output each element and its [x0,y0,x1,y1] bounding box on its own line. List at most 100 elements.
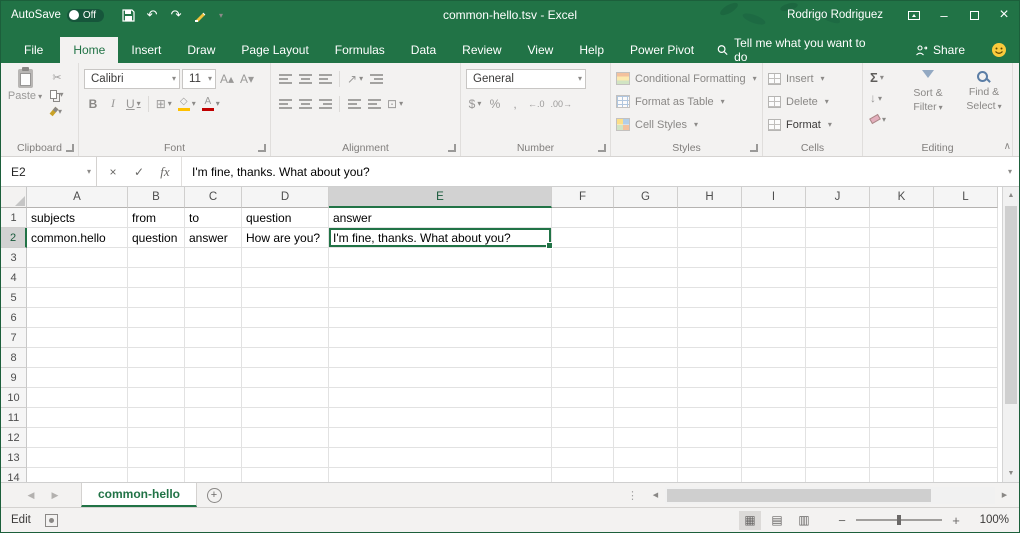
undo-button[interactable]: ↶ [140,1,164,29]
cell-J14[interactable] [806,468,870,482]
row-header-2[interactable]: 2 [1,228,27,248]
cell-I5[interactable] [742,288,806,308]
decrease-font-size-button[interactable]: A▾ [238,69,256,89]
cell-E4[interactable] [329,268,552,288]
cell-G5[interactable] [614,288,678,308]
cell-K3[interactable] [870,248,934,268]
cell-J5[interactable] [806,288,870,308]
decrease-indent-button[interactable] [345,94,363,114]
cell-C13[interactable] [185,448,242,468]
cell-C10[interactable] [185,388,242,408]
horizontal-scroll-track[interactable] [665,487,995,504]
cell-F9[interactable] [552,368,614,388]
italic-button[interactable]: I [104,94,122,114]
cell-A14[interactable] [27,468,128,482]
cell-I14[interactable] [742,468,806,482]
cell-B10[interactable] [128,388,185,408]
row-header-1[interactable]: 1 [1,208,27,228]
cell-K5[interactable] [870,288,934,308]
tell-me-box[interactable]: Tell me what you want to do [707,37,881,63]
zoom-in-button[interactable]: + [948,513,964,528]
cell-C14[interactable] [185,468,242,482]
cell-F6[interactable] [552,308,614,328]
increase-decimal-button[interactable]: ←.0 [526,94,547,114]
vertical-scroll-thumb[interactable] [1005,206,1017,404]
cell-J3[interactable] [806,248,870,268]
collapse-ribbon-button[interactable]: ∧ [1004,141,1011,152]
cell-A11[interactable] [27,408,128,428]
cell-H1[interactable] [678,208,742,228]
cell-J8[interactable] [806,348,870,368]
row-header-4[interactable]: 4 [1,268,27,288]
cell-G8[interactable] [614,348,678,368]
cell-H10[interactable] [678,388,742,408]
tab-draw[interactable]: Draw [174,37,228,63]
cell-K1[interactable] [870,208,934,228]
row-header-12[interactable]: 12 [1,428,27,448]
cell-C5[interactable] [185,288,242,308]
cell-D4[interactable] [242,268,329,288]
cell-E13[interactable] [329,448,552,468]
cell-D5[interactable] [242,288,329,308]
cell-B5[interactable] [128,288,185,308]
cell-J9[interactable] [806,368,870,388]
font-name-select[interactable]: Calibri [84,69,180,89]
cancel-button[interactable]: × [101,165,125,179]
row-header-9[interactable]: 9 [1,368,27,388]
styles-dialog-launcher-icon[interactable] [750,144,758,152]
maximize-button[interactable] [959,1,989,29]
zoom-slider-thumb[interactable] [897,515,901,525]
tab-formulas[interactable]: Formulas [322,37,398,63]
cell-L5[interactable] [934,288,998,308]
cell-G6[interactable] [614,308,678,328]
insert-cells-button[interactable]: Insert [768,67,857,90]
cell-L2[interactable] [934,228,998,248]
cell-B13[interactable] [128,448,185,468]
cell-G10[interactable] [614,388,678,408]
cell-B6[interactable] [128,308,185,328]
row-header-14[interactable]: 14 [1,468,27,482]
cell-D13[interactable] [242,448,329,468]
cell-K7[interactable] [870,328,934,348]
cell-styles-button[interactable]: Cell Styles [616,113,757,136]
autosave-toggle[interactable]: AutoSave Off [11,9,104,22]
number-format-select[interactable]: General [466,69,586,89]
cell-H4[interactable] [678,268,742,288]
select-all-corner[interactable] [1,187,27,208]
cell-A4[interactable] [27,268,128,288]
cell-A1[interactable]: subjects [27,208,128,228]
cell-D12[interactable] [242,428,329,448]
wrap-text-button[interactable] [367,69,385,89]
cell-A12[interactable] [27,428,128,448]
cell-E10[interactable] [329,388,552,408]
column-header-L[interactable]: L [934,187,998,208]
cell-E5[interactable] [329,288,552,308]
row-header-5[interactable]: 5 [1,288,27,308]
cell-K4[interactable] [870,268,934,288]
cell-G1[interactable] [614,208,678,228]
font-size-select[interactable]: 11 [182,69,216,89]
row-header-8[interactable]: 8 [1,348,27,368]
cell-H9[interactable] [678,368,742,388]
cell-G4[interactable] [614,268,678,288]
cell-K13[interactable] [870,448,934,468]
autosum-button[interactable]: Σ [868,67,898,87]
zoom-slider[interactable] [856,519,942,521]
scroll-right-icon[interactable]: ▶ [996,487,1013,504]
cell-E2[interactable]: I'm fine, thanks. What about you? [329,228,552,248]
bold-button[interactable]: B [84,94,102,114]
cell-D10[interactable] [242,388,329,408]
cell-C7[interactable] [185,328,242,348]
insert-function-button[interactable]: fx [153,164,177,180]
cell-I10[interactable] [742,388,806,408]
cell-B12[interactable] [128,428,185,448]
cell-J13[interactable] [806,448,870,468]
cell-K9[interactable] [870,368,934,388]
new-sheet-button[interactable]: + [197,483,231,507]
cell-F12[interactable] [552,428,614,448]
view-normal-button[interactable]: ▦ [739,511,761,530]
cell-F3[interactable] [552,248,614,268]
cell-K6[interactable] [870,308,934,328]
cell-I1[interactable] [742,208,806,228]
cell-J2[interactable] [806,228,870,248]
